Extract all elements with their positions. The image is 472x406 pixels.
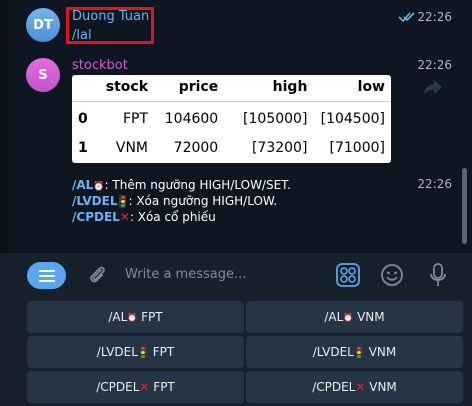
button-ticker: FPT bbox=[141, 310, 163, 324]
button-command: /LVDEL bbox=[312, 345, 354, 359]
message-time: 22:26 bbox=[417, 58, 452, 72]
help-line-cpdel: /CPDEL✕: Xóa cổ phiếu bbox=[72, 210, 216, 224]
forward-arrow-icon[interactable] bbox=[423, 78, 443, 96]
stock-table-image[interactable]: stock price high low 0 FPT 104600 [10500… bbox=[72, 75, 391, 163]
button-command: /LVDEL bbox=[96, 345, 138, 359]
keyboard-button-al-fpt[interactable]: /AL ⏰ FPT bbox=[27, 301, 244, 333]
keyboard-button-cpdel-fpt[interactable]: /CPDEL ✕ FPT bbox=[27, 371, 244, 403]
alarm-clock-icon: ⏰ bbox=[343, 312, 354, 322]
command-link-cpdel[interactable]: /CPDEL bbox=[72, 210, 120, 224]
read-checkmarks-icon bbox=[398, 12, 415, 23]
table-header-cell: stock bbox=[99, 75, 155, 102]
table-header-cell: high bbox=[224, 75, 314, 102]
keyboard-button-al-vnm[interactable]: /AL ⏰ VNM bbox=[246, 301, 463, 333]
message-time: 22:26 bbox=[417, 10, 452, 24]
voice-message-button[interactable] bbox=[424, 261, 452, 289]
table-cell: 0 bbox=[78, 111, 88, 127]
table-cell: 72000 bbox=[173, 140, 219, 156]
traffic-light-icon bbox=[355, 345, 363, 359]
table-cell: 104600 bbox=[164, 111, 219, 127]
command-link-al[interactable]: /AL bbox=[72, 178, 93, 192]
table-cell: 1 bbox=[78, 140, 88, 156]
attach-button[interactable] bbox=[83, 261, 111, 289]
keyboard-grid-icon bbox=[336, 263, 360, 287]
message-composer: Write a message... bbox=[0, 252, 472, 299]
traffic-light-icon bbox=[119, 195, 127, 208]
button-ticker: VNM bbox=[369, 380, 397, 394]
avatar-duong-tuan[interactable]: DT bbox=[26, 8, 60, 42]
bot-keyboard-toggle-button[interactable] bbox=[334, 261, 362, 289]
message-input[interactable]: Write a message... bbox=[125, 267, 246, 282]
button-ticker: VNM bbox=[368, 345, 397, 359]
table-header-cell: low bbox=[313, 75, 391, 102]
bot-reply-keyboard: /AL ⏰ FPT /AL ⏰ VNM /LVDEL FPT /LVDEL VNM … bbox=[0, 298, 472, 406]
button-command: /CPDEL bbox=[96, 380, 140, 394]
table-cell: FPT bbox=[122, 111, 149, 127]
alarm-clock-icon: ⏰ bbox=[127, 312, 138, 322]
table-cell: [105000] bbox=[243, 111, 308, 127]
menu-icon bbox=[38, 269, 55, 282]
message-time: 22:26 bbox=[417, 177, 452, 191]
button-ticker: VNM bbox=[357, 310, 385, 324]
keyboard-button-cpdel-vnm[interactable]: /CPDEL ✕ VNM bbox=[246, 371, 463, 403]
microphone-icon bbox=[430, 263, 446, 286]
avatar-initials: S bbox=[38, 67, 48, 83]
keyboard-button-lvdel-fpt[interactable]: /LVDEL FPT bbox=[27, 336, 244, 368]
button-command: /CPDEL bbox=[312, 380, 356, 394]
traffic-light-icon bbox=[139, 345, 147, 359]
table-cell: VNM bbox=[115, 140, 149, 156]
stock-table: stock price high low 0 FPT 104600 [10500… bbox=[72, 75, 391, 160]
alarm-clock-icon: ⏰ bbox=[93, 182, 105, 192]
table-header-cell: price bbox=[154, 75, 225, 102]
table-row: 1 VNM 72000 [73200] [71000] bbox=[72, 131, 391, 160]
keyboard-button-lvdel-vnm[interactable]: /LVDEL VNM bbox=[246, 336, 463, 368]
cross-mark-icon: ✕ bbox=[119, 210, 130, 224]
message-user: DT Duong Tuan /lal 22:26 bbox=[0, 0, 472, 50]
button-command: /AL bbox=[108, 310, 128, 324]
avatar-initials: DT bbox=[33, 17, 53, 33]
command-link-lvdel[interactable]: /LVDEL bbox=[72, 194, 117, 208]
table-header-cell bbox=[72, 75, 100, 102]
button-command: /AL bbox=[324, 310, 344, 324]
avatar-stockbot[interactable]: S bbox=[26, 58, 60, 92]
table-cell: [71000] bbox=[329, 140, 385, 156]
help-text: : Xóa cổ phiếu bbox=[129, 210, 216, 224]
help-line-lvdel: /LVDEL : Xóa ngưỡng HIGH/LOW. bbox=[72, 194, 277, 208]
table-row: 0 FPT 104600 [105000] [104500] bbox=[72, 102, 391, 132]
paperclip-icon bbox=[90, 266, 105, 283]
help-line-al: /AL⏰: Thêm ngưỡng HIGH/LOW/SET. bbox=[72, 178, 291, 192]
table-cell: [104500] bbox=[320, 111, 385, 127]
cross-mark-icon: ✕ bbox=[355, 380, 366, 394]
smiley-icon bbox=[381, 264, 403, 286]
bot-menu-button[interactable] bbox=[27, 262, 66, 289]
highlight-annotation-box bbox=[66, 7, 154, 44]
cross-mark-icon: ✕ bbox=[139, 380, 150, 394]
button-ticker: FPT bbox=[153, 380, 175, 394]
chat-area: DT Duong Tuan /lal 22:26 S stockbot 22:2… bbox=[0, 0, 472, 252]
table-header-row: stock price high low bbox=[72, 75, 391, 102]
chat-scrollbar[interactable] bbox=[462, 168, 467, 244]
table-cell: [73200] bbox=[251, 140, 308, 156]
help-text: : Thêm ngưỡng HIGH/LOW/SET. bbox=[104, 178, 291, 192]
button-ticker: FPT bbox=[152, 345, 175, 359]
sender-name[interactable]: stockbot bbox=[72, 58, 128, 73]
help-text: : Xóa ngưỡng HIGH/LOW. bbox=[128, 194, 278, 208]
emoji-button[interactable] bbox=[378, 261, 406, 289]
